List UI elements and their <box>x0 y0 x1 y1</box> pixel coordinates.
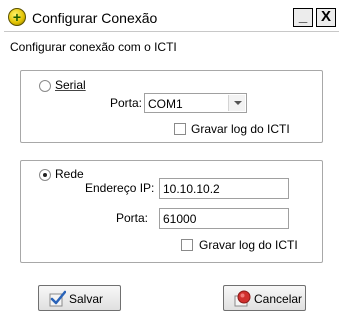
rede-group: Rede Endereço IP: Porta: Gravar log do I… <box>20 160 323 263</box>
chevron-down-icon[interactable] <box>228 95 245 111</box>
cancel-button[interactable]: Cancelar <box>223 285 306 311</box>
ip-input[interactable] <box>159 178 289 199</box>
serial-port-select[interactable]: COM1 <box>144 93 247 113</box>
window-title: Configurar Conexão <box>32 10 158 26</box>
serial-group: Serial Porta: COM1 Gravar log do ICTI <box>20 70 323 143</box>
ip-input-field[interactable] <box>160 179 288 198</box>
title-divider <box>4 31 339 32</box>
rede-log-checkbox[interactable] <box>181 239 193 251</box>
rede-port-input[interactable] <box>159 208 289 229</box>
close-button[interactable]: X <box>316 8 336 27</box>
serial-radio-label[interactable]: Serial <box>55 78 86 92</box>
title-bar[interactable]: + Configurar Conexão _ X <box>4 6 339 30</box>
rede-radio-label[interactable]: Rede <box>55 167 84 181</box>
serial-log-label[interactable]: Gravar log do ICTI <box>191 122 290 136</box>
rede-radio[interactable] <box>39 169 51 181</box>
dialog-subtitle: Configurar conexão com o ICTI <box>10 40 177 54</box>
minimize-button[interactable]: _ <box>293 8 313 27</box>
checkmark-icon <box>49 290 66 307</box>
stop-icon <box>234 290 251 307</box>
save-button[interactable]: Salvar <box>38 285 121 311</box>
serial-log-checkbox[interactable] <box>174 123 186 135</box>
ip-label: Endereço IP: <box>85 181 155 195</box>
rede-port-input-field[interactable] <box>160 209 288 228</box>
rede-port-label: Porta: <box>116 211 149 225</box>
serial-radio[interactable] <box>39 80 51 92</box>
save-button-label: Salvar <box>69 292 104 306</box>
rede-log-label[interactable]: Gravar log do ICTI <box>199 238 298 252</box>
serial-port-value: COM1 <box>148 97 183 111</box>
serial-port-label: Porta: <box>110 96 143 110</box>
cancel-button-label: Cancelar <box>254 292 303 306</box>
plus-circle-icon: + <box>8 8 26 26</box>
